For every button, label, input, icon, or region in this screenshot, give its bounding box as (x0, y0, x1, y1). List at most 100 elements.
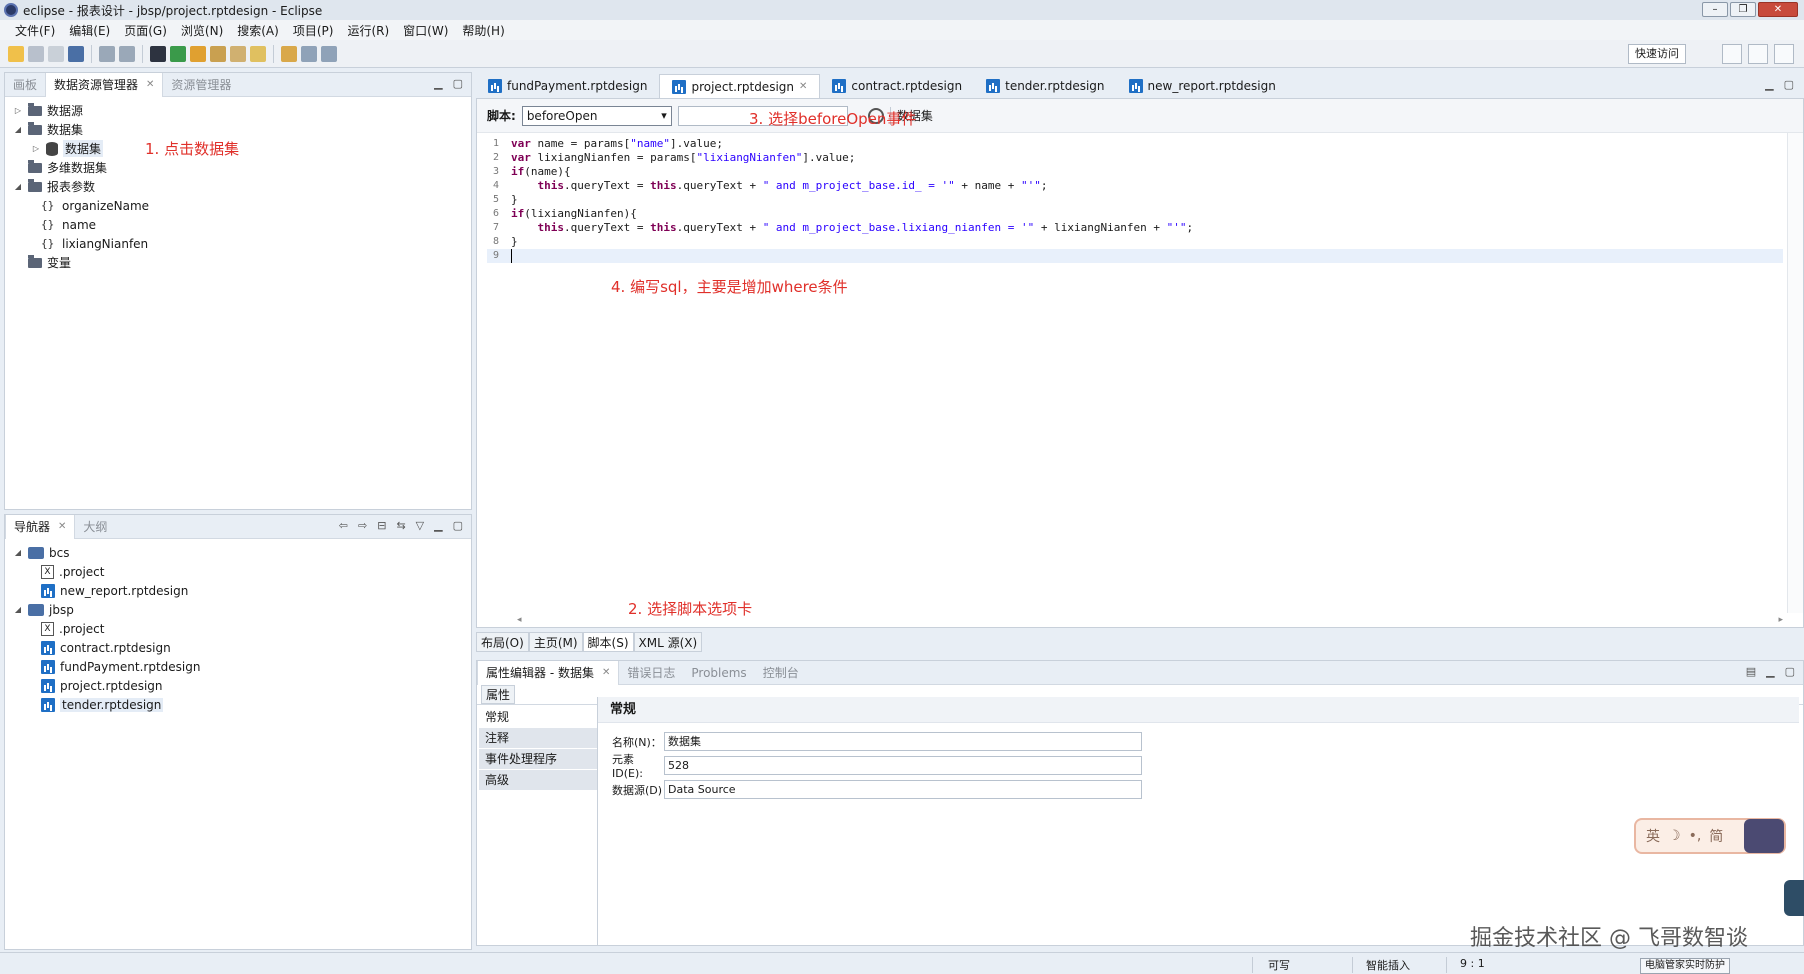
quick-access-field[interactable]: 快速访问 (1628, 44, 1686, 64)
moon-icon[interactable]: ☽ (1668, 828, 1681, 844)
vertical-scrollbar[interactable] (1787, 133, 1803, 613)
datasource-input[interactable]: Data Source (664, 780, 1142, 799)
close-icon[interactable]: ✕ (146, 79, 154, 90)
expand-icon[interactable]: ▷ (13, 106, 23, 115)
menu-navigate[interactable]: 浏览(N) (174, 22, 230, 39)
category-event-handler[interactable]: 事件处理程序 (479, 749, 597, 770)
tree-item-datasets[interactable]: ◢ 数据集 (13, 120, 471, 139)
editor-tab[interactable]: contract.rptdesign (820, 74, 974, 98)
maximize-icon[interactable]: ▢ (1785, 665, 1795, 678)
close-icon[interactable]: ✕ (58, 521, 66, 532)
tree-item-file[interactable]: project.rptdesign (13, 676, 471, 695)
brush-icon[interactable] (210, 45, 226, 62)
tree-item-file[interactable]: contract.rptdesign (13, 638, 471, 657)
tree-item-file[interactable]: X .project (13, 562, 471, 581)
undo-icon[interactable] (99, 45, 115, 62)
editor-tab[interactable]: tender.rptdesign (974, 74, 1116, 98)
tree-item-report-params[interactable]: ◢ 报表参数 (13, 177, 471, 196)
scroll-left-icon[interactable]: ◂ (517, 615, 522, 625)
scroll-right-icon[interactable]: ▸ (1778, 615, 1783, 625)
minimize-icon[interactable]: ▁ (434, 519, 442, 532)
tab-console[interactable]: 控制台 (755, 661, 807, 685)
report-perspective-icon[interactable] (1774, 44, 1794, 64)
minimize-icon[interactable]: ▁ (1765, 78, 1773, 91)
menu-file[interactable]: 文件(F) (8, 22, 62, 39)
tree-item-cubes[interactable]: 多维数据集 (13, 158, 471, 177)
tree-item-project[interactable]: ◢ jbsp (13, 600, 471, 619)
editor-tab[interactable]: fundPayment.rptdesign (476, 74, 659, 98)
collapse-icon[interactable]: ◢ (13, 125, 23, 134)
maximize-icon[interactable]: ▢ (1784, 78, 1794, 91)
minimize-icon[interactable]: ▁ (1766, 665, 1774, 678)
redo-icon[interactable] (119, 45, 135, 62)
run-report-icon[interactable] (150, 45, 166, 62)
code-area[interactable]: 1 var name = params["name"].value; 2 var l… (487, 137, 1783, 263)
close-button[interactable]: ✕ (1758, 2, 1798, 17)
tree-item-file[interactable]: fundPayment.rptdesign (13, 657, 471, 676)
tree-item-variables[interactable]: 变量 (13, 253, 471, 272)
tree-item-dataset[interactable]: ▷ 数据集 (13, 139, 471, 158)
save-all-icon[interactable] (48, 45, 64, 62)
collapse-all-icon[interactable]: ⊟ (377, 519, 386, 532)
menu-help[interactable]: 帮助(H) (455, 22, 511, 39)
tab-script[interactable]: 脚本(S) (582, 632, 634, 652)
tab-data-explorer[interactable]: 数据资源管理器 ✕ (45, 72, 164, 97)
debug-icon[interactable] (170, 45, 186, 62)
tab-property-editor[interactable]: 属性编辑器 - 数据集 ✕ (477, 660, 620, 685)
nav-forward-icon[interactable] (321, 45, 337, 62)
tree-item-param[interactable]: {} organizeName (13, 196, 471, 215)
pin-icon[interactable] (230, 45, 246, 62)
event-select[interactable]: beforeOpen (521, 105, 672, 126)
preview-icon[interactable] (68, 45, 84, 62)
tab-layout[interactable]: 布局(O) (476, 632, 529, 652)
tab-error-log[interactable]: 错误日志 (619, 661, 683, 685)
new-icon[interactable] (8, 45, 24, 62)
tree-item-param[interactable]: {} lixiangNianfen (13, 234, 471, 253)
tab-master-page[interactable]: 主页(M) (528, 632, 583, 652)
tree-item-param[interactable]: {} name (13, 215, 471, 234)
category-general[interactable]: 常规 (479, 707, 597, 728)
save-icon[interactable] (28, 45, 44, 62)
collapse-icon[interactable]: ◢ (13, 548, 23, 557)
nav-back-icon[interactable] (301, 45, 317, 62)
tab-xml-source[interactable]: XML 源(X) (633, 632, 703, 652)
ime-mode[interactable]: 简 (1709, 826, 1723, 846)
tree-item-datasource[interactable]: ▷ 数据源 (13, 101, 471, 120)
side-widget-icon[interactable] (1784, 880, 1804, 916)
category-comments[interactable]: 注释 (479, 728, 597, 749)
link-editor-icon[interactable]: ⇆ (396, 519, 405, 532)
tab-resource-explorer[interactable]: 资源管理器 (163, 73, 239, 97)
menu-page[interactable]: 页面(G) (117, 22, 174, 39)
editor-tab-active[interactable]: project.rptdesign ✕ (659, 74, 821, 98)
minimize-button[interactable]: – (1702, 2, 1728, 17)
tab-problems[interactable]: Problems (683, 661, 754, 685)
tab-properties[interactable]: 属性 (481, 685, 516, 704)
menu-project[interactable]: 项目(P) (286, 22, 341, 39)
menu-search[interactable]: 搜索(A) (230, 22, 286, 39)
menu-window[interactable]: 窗口(W) (396, 22, 455, 39)
tab-palette[interactable]: 画板 (5, 73, 45, 97)
category-advanced[interactable]: 高级 (479, 770, 597, 791)
java-perspective-icon[interactable] (1748, 44, 1768, 64)
element-id-input[interactable]: 528 (664, 756, 1142, 775)
open-perspective-icon[interactable] (1722, 44, 1742, 64)
maximize-icon[interactable]: ▢ (453, 77, 463, 90)
back-icon[interactable] (281, 45, 297, 62)
punct-icon[interactable]: •, (1689, 828, 1702, 844)
back-arrow-icon[interactable]: ⇦ (339, 519, 348, 532)
tree-item-project[interactable]: ◢ bcs (13, 543, 471, 562)
menu-edit[interactable]: 编辑(E) (62, 22, 117, 39)
close-icon[interactable]: ✕ (799, 81, 807, 92)
name-input[interactable]: 数据集 (664, 732, 1142, 751)
forward-arrow-icon[interactable]: ⇨ (358, 519, 367, 532)
tab-outline[interactable]: 大纲 (75, 515, 115, 539)
tree-item-file[interactable]: tender.rptdesign (13, 695, 471, 714)
menu-run[interactable]: 运行(R) (340, 22, 396, 39)
collapse-icon[interactable]: ◢ (13, 605, 23, 614)
lamp-icon[interactable] (250, 45, 266, 62)
tree-item-file[interactable]: new_report.rptdesign (13, 581, 471, 600)
tab-navigator[interactable]: 导航器 ✕ (5, 514, 76, 539)
maximize-button[interactable]: ❐ (1730, 2, 1756, 17)
view-menu-icon[interactable]: ▽ (416, 519, 424, 532)
open-folder-icon[interactable] (190, 45, 206, 62)
